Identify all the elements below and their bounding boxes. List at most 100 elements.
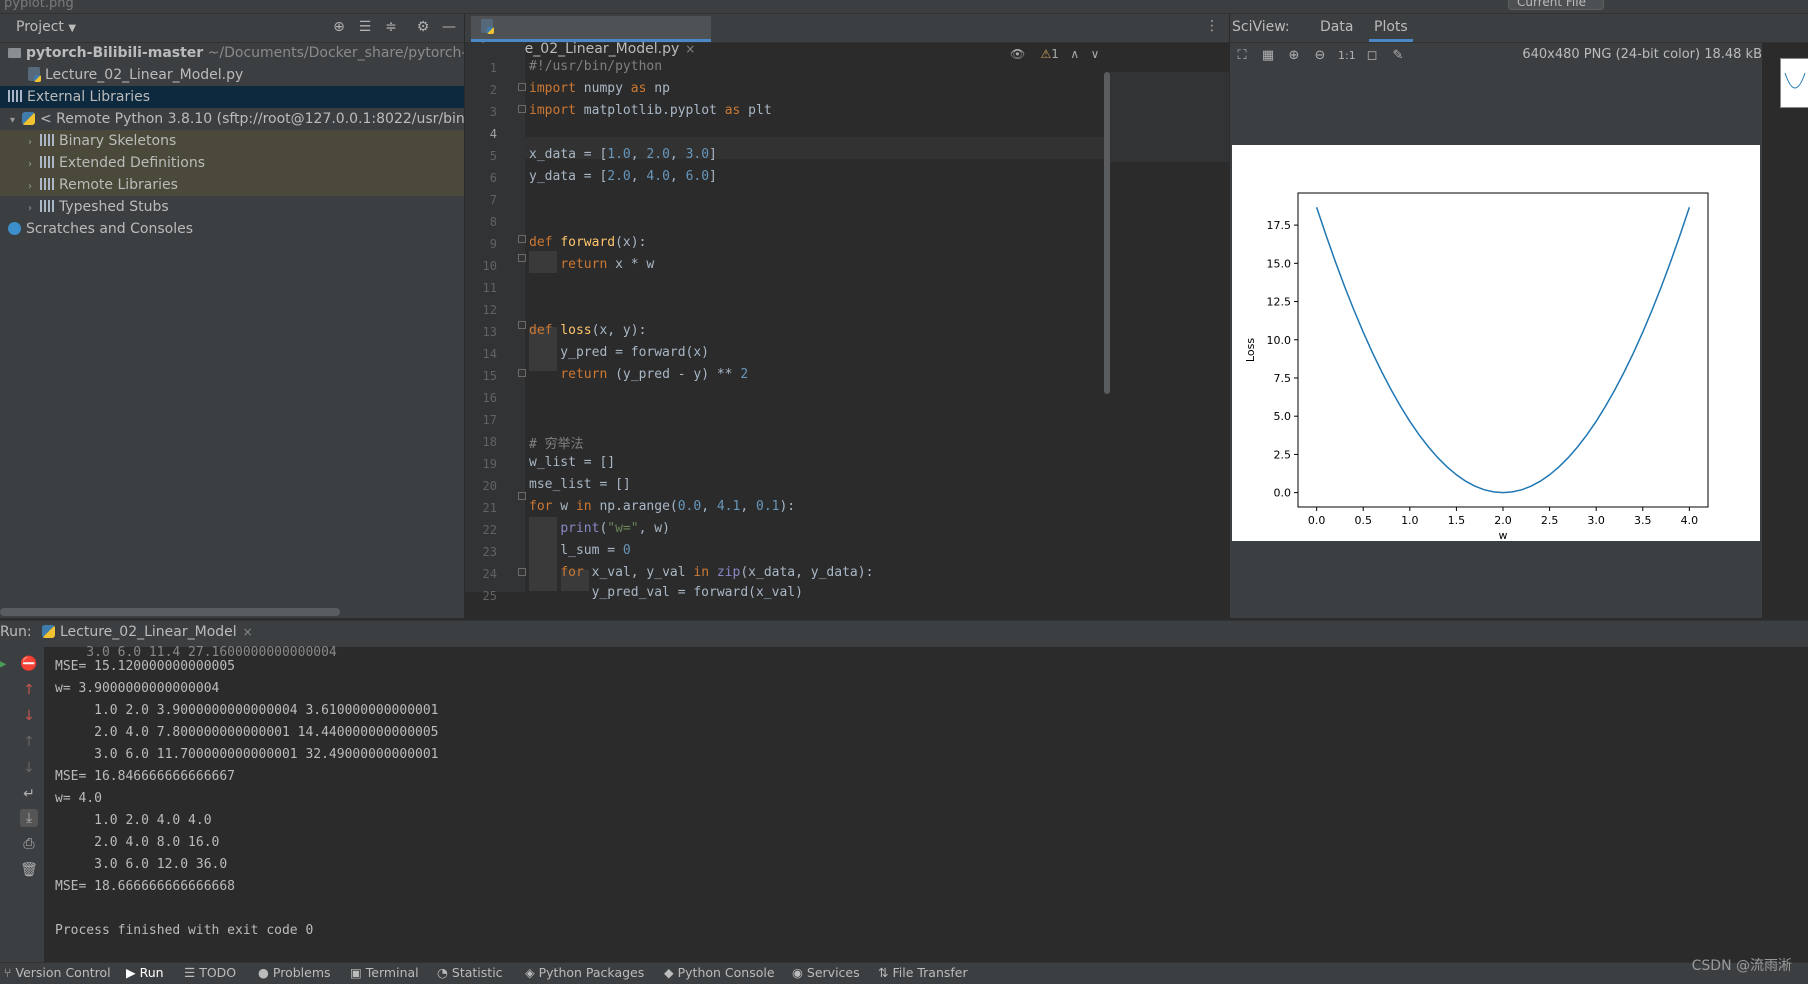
previous-highlight-icon[interactable]: ∧ [1070,47,1079,61]
fold-marker[interactable] [518,105,526,113]
status-python-packages[interactable]: ◈ Python Packages [525,965,644,980]
inspection-widget[interactable]: 👁 ⚠1 ∧ ∨ [1010,47,1099,61]
fold-marker[interactable] [518,568,526,576]
grid-icon[interactable]: ▦ [1260,48,1276,64]
loss-curve [1315,207,1691,494]
code-line-1[interactable]: #!/usr/bin/python [529,59,662,74]
code-line-22[interactable]: print("w=", w) [529,521,670,536]
plot-thumbnail[interactable] [1780,58,1808,108]
scroll-to-end-icon[interactable]: ⤓ [20,809,38,827]
chevron-right-icon[interactable]: › [28,132,40,152]
close-icon[interactable]: × [243,625,253,639]
line-number: 4 [489,127,497,141]
more-icon[interactable]: ⋮ [1205,18,1219,34]
run-tab[interactable]: Lecture_02_Linear_Model × [42,624,253,640]
fold-marker[interactable] [518,83,526,91]
chevron-right-icon[interactable]: › [28,198,40,218]
reader-mode-icon[interactable]: 👁 [1010,47,1025,61]
y-tick-label: 12.5 [1267,296,1292,309]
code-line-10[interactable]: return x * w [529,257,654,272]
actual-size-button[interactable]: 1:1 [1338,48,1356,64]
code-line-23[interactable]: l_sum = 0 [529,543,630,558]
code-line-3[interactable]: import matplotlib.pyplot as plt [529,103,772,118]
watermark: CSDN @流雨淅 [1691,958,1792,974]
chevron-down-icon[interactable]: ▾ [10,110,22,130]
fold-marker[interactable] [518,321,526,329]
chevron-right-icon[interactable]: › [28,176,40,196]
status-services[interactable]: ◉ Services [792,965,860,980]
code-minimap[interactable] [1108,72,1229,162]
trash-icon[interactable]: 🗑 [20,861,38,879]
code-line-5[interactable]: x_data = [1.0, 2.0, 3.0] [529,147,717,162]
zoom-in-icon[interactable]: ⊕ [1286,48,1302,64]
chevron-right-icon[interactable]: › [28,154,40,174]
down-arrow-icon[interactable]: ↓ [20,707,38,725]
soft-wrap-icon[interactable]: ↵ [20,785,38,803]
status-problems[interactable]: ● Problems [258,965,331,980]
code-line-18[interactable]: # 穷举法 [529,433,584,452]
fold-marker[interactable] [518,492,526,500]
tab-plots[interactable]: Plots [1369,19,1413,42]
run-tab-label: Lecture_02_Linear_Model [60,624,237,640]
editor-tab[interactable]: Lecture_02_Linear_Model.py × [471,16,711,57]
code-line-6[interactable]: y_data = [2.0, 4.0, 6.0] [529,169,717,184]
fit-screen-icon[interactable]: ⛶ [1234,48,1250,64]
code-line-9[interactable]: def forward(x): [529,235,646,250]
status-run[interactable]: ▶ Run [126,965,164,980]
status-terminal[interactable]: ▣ Terminal [350,965,419,980]
fold-marker[interactable] [518,235,526,243]
tree-item-binary-skeletons[interactable]: › Binary Skeletons [0,130,464,152]
line-number: 10 [482,259,497,273]
up-arrow-icon[interactable]: ↑ [20,681,38,699]
close-icon[interactable]: × [685,42,695,56]
editor-scrollbar[interactable] [1104,72,1110,394]
stop-icon[interactable]: ⛔ [20,655,38,673]
line-number: 19 [482,457,497,471]
line-number: 24 [482,567,497,581]
collapse-all-icon[interactable]: ≑ [382,18,400,36]
line-number: 1 [489,61,497,75]
project-scrollbar[interactable] [0,608,340,616]
hide-icon[interactable]: — [440,18,458,36]
tree-item-scratches[interactable]: Scratches and Consoles [0,218,464,240]
status-statistic[interactable]: ◔ Statistic [437,965,503,980]
tree-item-root[interactable]: pytorch-Bilibili-master ~/Documents/Dock… [0,42,464,64]
line-number: 17 [482,413,497,427]
fold-marker[interactable] [518,254,526,262]
tree-item-typeshed-stubs[interactable]: › Typeshed Stubs [0,196,464,218]
next-highlight-icon[interactable]: ∨ [1091,47,1100,61]
tree-item-file[interactable]: Lecture_02_Linear_Model.py [0,64,464,86]
locate-icon[interactable]: ⊕ [330,18,348,36]
code-line-19[interactable]: w_list = [] [529,455,615,470]
code-line-20[interactable]: mse_list = [] [529,477,631,492]
expand-all-icon[interactable]: ☰ [356,18,374,36]
tree-item-external-libraries[interactable]: External Libraries [0,86,464,108]
tree-item-extended-definitions[interactable]: › Extended Definitions [0,152,464,174]
status-version-control[interactable]: ⑂ Version Control [4,965,111,980]
run-config-select[interactable]: Current File [1508,0,1604,10]
fold-marker[interactable] [518,369,526,377]
code-line-25-text[interactable]: y_pred_val = forward(x_val) [529,585,803,600]
tree-item-remote-libraries[interactable]: › Remote Libraries [0,174,464,196]
tree-item-interpreter[interactable]: ▾ < Remote Python 3.8.10 (sftp://root@127… [0,108,464,130]
print-icon[interactable]: ⎙ [20,835,38,853]
plot-image[interactable]: 0.0 0.5 1.0 1.5 2.0 2.5 3.0 3.5 4.0 0.0 2.5 5.0 7.5 1… [1232,145,1760,542]
code-line-2[interactable]: import numpy as np [529,81,670,96]
zoom-out-icon[interactable]: ⊖ [1312,48,1328,64]
code-line-21[interactable]: for w in np.arange(0.0, 4.1, 0.1): [529,499,795,514]
gear-icon[interactable]: ⚙ [414,18,432,36]
tab-data[interactable]: Data [1320,19,1353,35]
color-picker-icon[interactable]: ✎ [1390,48,1406,64]
code-line-24[interactable]: for x_val, y_val in zip(x_data, y_data): [529,565,873,580]
code-line-13[interactable]: def loss(x, y): [529,323,646,338]
status-python-console[interactable]: ◆ Python Console [664,965,775,980]
y-tick-label: 2.5 [1274,448,1292,461]
code-line-15[interactable]: return (y_pred - y) ** 2 [529,367,748,382]
project-view-select[interactable]: Project ▼ [16,19,76,35]
status-todo[interactable]: ☰ TODO [184,965,236,980]
rerun-icon[interactable]: ▶ [0,655,10,673]
status-file-transfer[interactable]: ⇅ File Transfer [878,965,968,980]
code-line-14[interactable]: y_pred = forward(x) [529,345,709,360]
background-icon[interactable]: ◻ [1364,48,1380,64]
run-console[interactable]: 3.0 6.0 11.4 27.1600000000000004 MSE= 15… [44,645,1808,962]
